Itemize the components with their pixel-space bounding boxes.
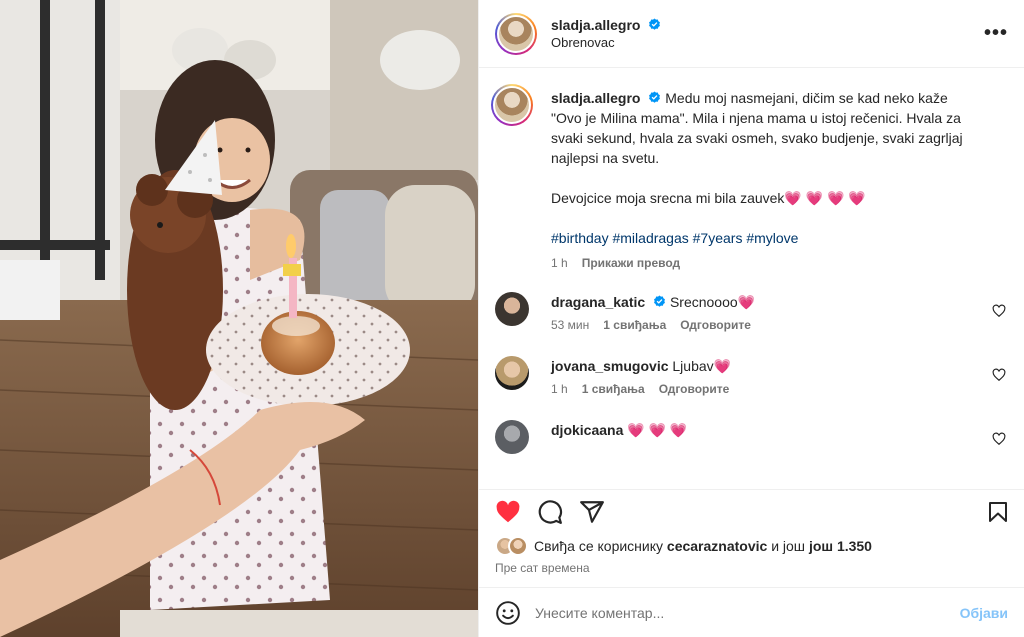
- caption-hashtags[interactable]: #birthday #miladragas #7years #mylove: [551, 230, 798, 246]
- comment-like-heart-icon[interactable]: [992, 368, 1006, 382]
- caption-username[interactable]: sladja.allegro: [551, 90, 640, 106]
- commenter-username[interactable]: dragana_katic: [551, 294, 645, 310]
- reply-button[interactable]: Одговорите: [659, 382, 730, 396]
- more-options-icon[interactable]: •••: [984, 22, 1008, 45]
- comment-input[interactable]: [535, 604, 960, 621]
- comments-list[interactable]: sladja.allegro Medu moj nasmejani, dičim…: [479, 68, 1024, 489]
- comment-icon[interactable]: [537, 499, 563, 525]
- translate-button[interactable]: Прикажи превод: [582, 256, 681, 270]
- commenter-username[interactable]: jovana_smugovic: [551, 358, 669, 374]
- author-username[interactable]: sladja.allegro: [551, 17, 640, 33]
- commenter-avatar[interactable]: [495, 356, 529, 390]
- emoji-icon[interactable]: [495, 600, 521, 626]
- comments-fade: [479, 479, 1024, 489]
- liker-username[interactable]: cecaraznatovic: [667, 538, 767, 554]
- commenter-username[interactable]: djokicaana: [551, 422, 623, 438]
- caption-text-2: Devojcice moja srecna mi bila zauvek💗 💗 …: [551, 190, 866, 206]
- comment-item: djokicaana 💗 💗 💗: [495, 420, 1008, 454]
- post-timestamp[interactable]: Пре сат времена: [479, 559, 1024, 581]
- post-photo[interactable]: [0, 0, 478, 637]
- share-icon[interactable]: [579, 499, 605, 525]
- post-location[interactable]: Obrenovac: [551, 34, 661, 52]
- author-avatar[interactable]: [495, 12, 537, 55]
- author-info: sladja.allegro Obrenovac: [551, 16, 661, 52]
- comment-text: 💗 💗 💗: [627, 422, 688, 438]
- comment-likes[interactable]: 1 свиђања: [582, 382, 645, 396]
- likes-prefix: Свиђа се кориснику: [534, 538, 664, 554]
- commenter-avatar[interactable]: [495, 420, 529, 454]
- likes-count[interactable]: још 1.350: [809, 538, 872, 554]
- post-side-panel: sladja.allegro Obrenovac ••• sladja.alle…: [478, 0, 1024, 637]
- comment-item: dragana_katic Srecnoooo💗 53 мин 1 свиђањ…: [495, 292, 1008, 332]
- post-caption: sladja.allegro Medu moj nasmejani, dičim…: [491, 84, 1008, 270]
- comment-like-heart-icon[interactable]: [992, 432, 1006, 446]
- verified-badge-icon: [649, 17, 661, 30]
- comment-text: Srecnoooo💗: [669, 294, 756, 310]
- comment-text: Ljubav💗: [672, 358, 732, 374]
- photo-illustration: [0, 0, 478, 637]
- likes-summary: Свиђа се кориснику cecaraznatovic и још …: [479, 533, 1024, 559]
- likes-middle: и још: [771, 538, 806, 554]
- post-header: sladja.allegro Obrenovac •••: [479, 0, 1024, 68]
- comment-item: jovana_smugovic Ljubav💗 1 h 1 свиђања Од…: [495, 356, 1008, 396]
- post-viewer: sladja.allegro Obrenovac ••• sladja.alle…: [0, 0, 1024, 637]
- verified-badge-icon: [654, 295, 666, 307]
- comment-time: 53 мин: [551, 318, 590, 332]
- comment-time: 1 h: [551, 382, 568, 396]
- bookmark-icon[interactable]: [986, 500, 1010, 524]
- post-comment-button[interactable]: Објави: [960, 605, 1008, 621]
- comment-like-heart-icon[interactable]: [992, 304, 1006, 318]
- heart-icon[interactable]: [495, 499, 521, 525]
- commenter-avatar[interactable]: [495, 292, 529, 326]
- comment-likes[interactable]: 1 свиђања: [603, 318, 666, 332]
- likers-avatars[interactable]: [495, 536, 528, 556]
- verified-badge-icon: [649, 91, 661, 103]
- comment-composer: Објави: [479, 587, 1024, 637]
- caption-avatar[interactable]: [491, 84, 533, 126]
- caption-time: 1 h: [551, 256, 568, 270]
- post-actions: [479, 489, 1024, 533]
- reply-button[interactable]: Одговорите: [680, 318, 751, 332]
